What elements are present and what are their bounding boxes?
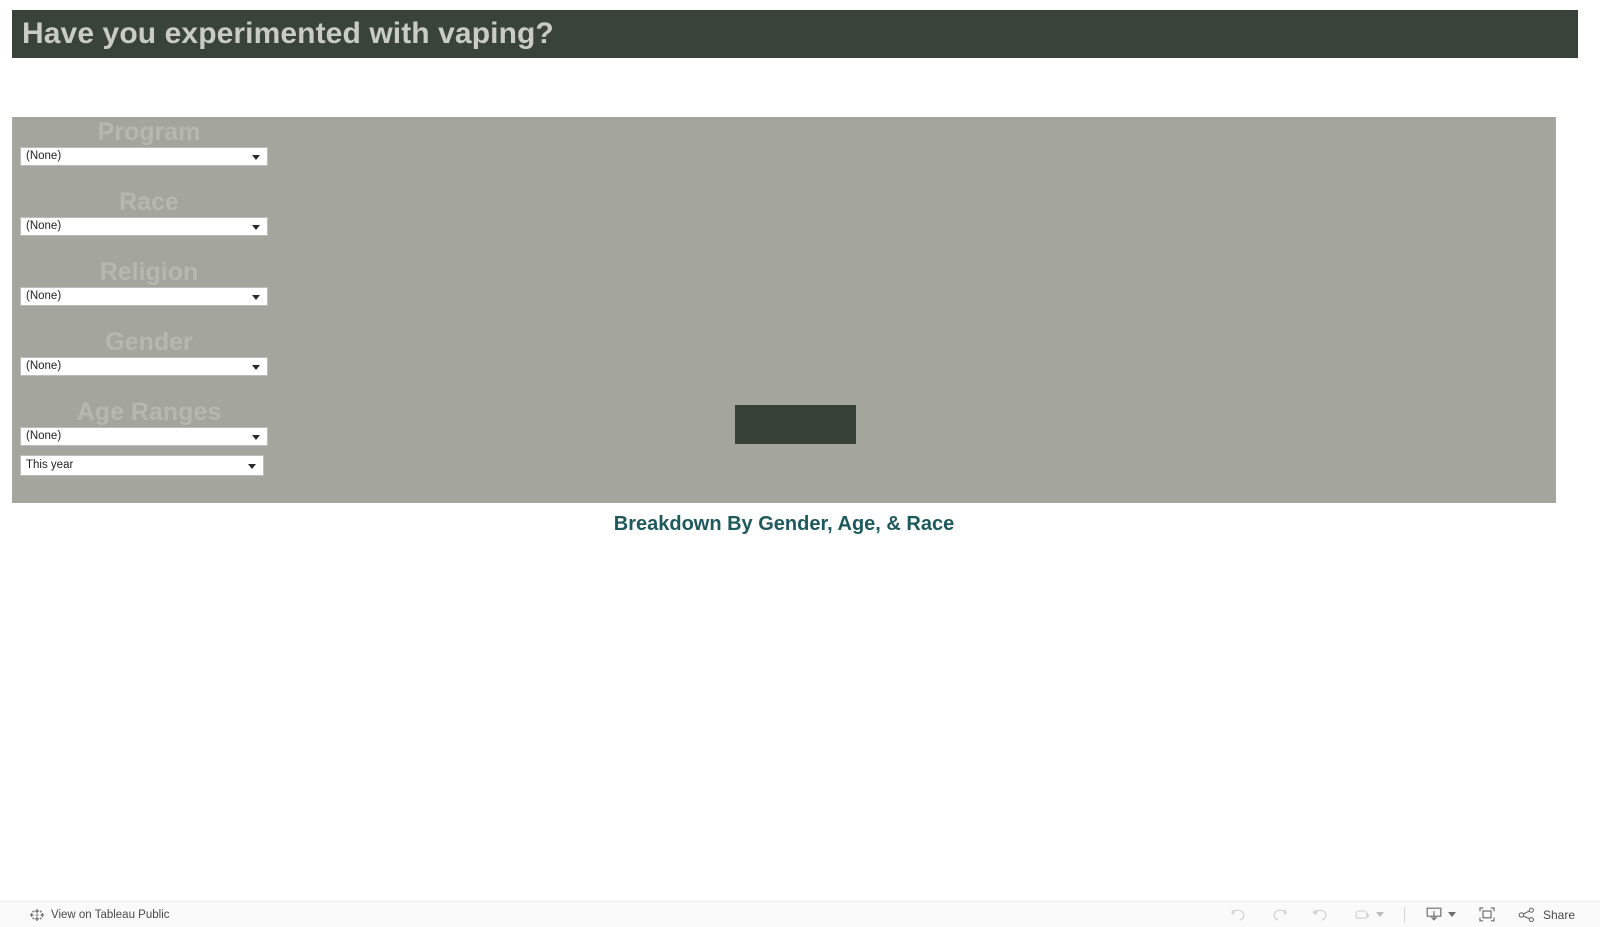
chevron-down-icon: [252, 434, 260, 440]
refresh-icon: [1352, 907, 1371, 923]
filter-value-age-ranges: (None): [26, 430, 62, 442]
filter-group-gender: Gender (None): [20, 327, 278, 376]
filter-dropdown-gender[interactable]: (None): [20, 357, 268, 376]
undo-button[interactable]: [1218, 902, 1259, 927]
chevron-down-icon: [252, 364, 260, 370]
filter-dropdown-age-ranges[interactable]: (None): [20, 427, 268, 446]
filter-label-race: Race: [119, 188, 179, 216]
tableau-public-link[interactable]: View on Tableau Public: [0, 908, 170, 922]
filter-label-gender: Gender: [105, 328, 193, 356]
tableau-public-link-label: View on Tableau Public: [51, 908, 170, 921]
tableau-logo-icon: [30, 908, 44, 922]
chevron-down-icon[interactable]: [1375, 912, 1384, 917]
filter-group-program: Program (None): [20, 117, 278, 166]
share-button-label: Share: [1542, 907, 1575, 922]
fullscreen-icon: [1478, 906, 1496, 923]
filter-dropdown-religion[interactable]: (None): [20, 287, 268, 306]
toolbar-divider: [1403, 906, 1405, 923]
revert-button[interactable]: [1300, 902, 1341, 927]
chevron-down-icon: [252, 154, 260, 160]
chevron-down-icon[interactable]: [1447, 912, 1456, 917]
filter-value-gender: (None): [26, 360, 62, 372]
filter-dropdown-period[interactable]: This year: [20, 455, 264, 476]
filter-dropdown-program[interactable]: (None): [20, 147, 268, 166]
viz-placeholder-block: [735, 405, 856, 444]
filter-value-race: (None): [26, 220, 62, 232]
chevron-down-icon: [252, 224, 260, 230]
filter-value-religion: (None): [26, 290, 62, 302]
dashboard-title-bar: Have you experimented with vaping?: [12, 10, 1578, 58]
bottom-toolbar: View on Tableau Public Share: [0, 901, 1600, 927]
filter-label-religion: Religion: [99, 258, 199, 286]
filter-label-program: Program: [97, 118, 201, 146]
filter-dropdown-race[interactable]: (None): [20, 217, 268, 236]
filter-panel: Program (None) Race (None) Religion (Non…: [12, 117, 1556, 503]
share-button[interactable]: Share: [1507, 902, 1586, 927]
download-icon: [1425, 906, 1443, 923]
redo-icon: [1270, 907, 1289, 923]
filter-group-religion: Religion (None): [20, 257, 278, 306]
filter-stack: Program (None) Race (None) Religion (Non…: [20, 117, 278, 476]
filter-group-race: Race (None): [20, 187, 278, 236]
refresh-button[interactable]: [1341, 902, 1395, 927]
filter-label-age-ranges: Age Ranges: [76, 398, 222, 426]
redo-button[interactable]: [1259, 902, 1300, 927]
filter-group-age-ranges: Age Ranges (None) This year: [20, 397, 278, 476]
revert-icon: [1311, 907, 1330, 923]
page-title: Have you experimented with vaping?: [22, 17, 554, 50]
sheet-title: Breakdown By Gender, Age, & Race: [613, 513, 955, 535]
chevron-down-icon: [248, 463, 256, 469]
download-button[interactable]: [1414, 902, 1467, 927]
filter-value-program: (None): [26, 150, 62, 162]
undo-icon: [1229, 907, 1248, 923]
share-icon: [1518, 907, 1536, 923]
toolbar-actions: Share: [1218, 902, 1600, 927]
filter-value-period: This year: [26, 459, 74, 471]
dashboard-page: Have you experimented with vaping? Progr…: [0, 0, 1600, 927]
fullscreen-button[interactable]: [1467, 902, 1507, 927]
chevron-down-icon: [252, 294, 260, 300]
